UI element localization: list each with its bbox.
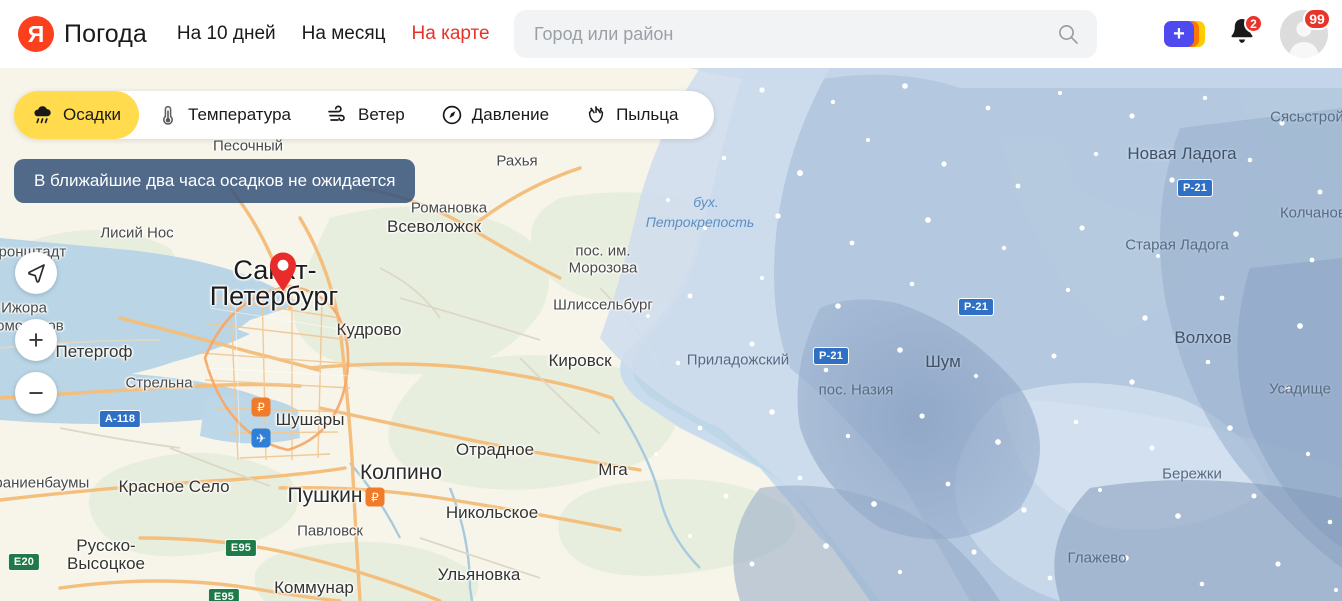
zoom-in-button[interactable]: + [15, 319, 57, 361]
rain-cloud-icon [32, 104, 54, 126]
chip-pollen-label: Пыльца [616, 105, 679, 124]
nav-item-10-days[interactable]: На 10 дней [177, 23, 276, 45]
chip-pollen[interactable]: Пыльца [567, 91, 696, 139]
chip-pressure-label: Давление [471, 105, 550, 124]
zoom-out-button[interactable]: − [15, 372, 57, 414]
chip-temperature[interactable]: Температура [139, 91, 309, 139]
map-base-layer [0, 68, 1342, 601]
minus-icon: − [28, 377, 44, 408]
search-box[interactable] [514, 10, 1097, 58]
locate-me-button[interactable] [15, 252, 57, 294]
user-avatar[interactable]: 99 [1280, 8, 1331, 58]
precipitation-banner: В ближайшие два часа осадков не ожидаетс… [14, 159, 416, 203]
chip-temperature-label: Температура [188, 105, 291, 124]
plus-icon: + [28, 324, 44, 355]
search-icon[interactable] [1057, 23, 1079, 45]
plus-layer-main: + [1164, 21, 1194, 47]
chip-precipitation-label: Осадки [63, 105, 122, 124]
nav-item-month[interactable]: На месяц [302, 23, 386, 45]
locate-arrow-icon [28, 264, 45, 283]
pollen-flower-icon [585, 104, 607, 126]
notification-badge: 2 [1244, 14, 1263, 33]
thermometer-icon [157, 104, 179, 126]
search-input[interactable] [514, 23, 1057, 45]
yandex-plus-icon[interactable]: + [1164, 19, 1206, 49]
wind-icon [327, 104, 349, 126]
header-actions: + 2 99 [1164, 0, 1331, 68]
weather-map-page: Я Погода На 10 дней На месяц На карте + [0, 0, 1342, 601]
map-canvas[interactable]: Песочный Рахья Романовка Всеволожск Лисий Но… [0, 68, 1342, 601]
chip-precipitation[interactable]: Осадки [14, 91, 140, 139]
notifications-button[interactable]: 2 [1228, 14, 1263, 51]
brand-title: Погода [64, 19, 147, 48]
page-header: Я Погода На 10 дней На месяц На карте + [0, 0, 1342, 68]
location-pin-icon[interactable] [268, 252, 298, 292]
brand-logo[interactable]: Я Погода [18, 16, 147, 52]
gauge-icon [441, 104, 463, 126]
weather-layer-chips: Осадки Температура Ветер Давление Пыльца [14, 91, 715, 139]
avatar-badge: 99 [1303, 8, 1331, 30]
yandex-logo-icon: Я [18, 16, 54, 52]
chip-wind-label: Ветер [358, 105, 405, 124]
chip-wind[interactable]: Ветер [309, 91, 423, 139]
main-nav: На 10 дней На месяц На карте [177, 23, 490, 45]
nav-item-map[interactable]: На карте [412, 23, 490, 45]
chip-pressure[interactable]: Давление [423, 91, 567, 139]
